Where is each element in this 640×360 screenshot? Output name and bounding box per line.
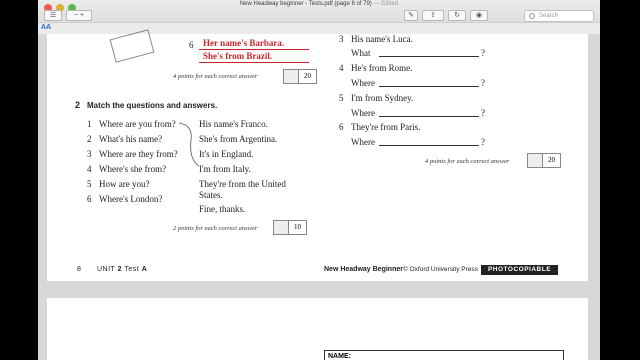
question-number: 4: [87, 164, 92, 174]
pdf-page-next: NAME:: [47, 298, 588, 360]
page-number: 8: [77, 266, 81, 273]
search-icon: [529, 13, 535, 19]
question-number: 6: [87, 194, 92, 204]
item-prompt: Where: [351, 108, 375, 118]
item-text: They're from Paris.: [351, 122, 421, 132]
score-label: 4 points for each correct answer: [173, 73, 258, 80]
exercise-heading: Match the questions and answers.: [87, 101, 218, 110]
answer-option: States.: [199, 190, 223, 200]
score-box: 10: [273, 220, 307, 235]
share-button[interactable]: ⇪: [422, 10, 444, 21]
photocopiable-badge: PHOTOCOPIABLE: [481, 265, 558, 275]
question-text: Where are you from?: [99, 119, 176, 129]
answer-number: 6: [189, 40, 194, 50]
answer-line-2: She's from Brazil.: [203, 51, 273, 61]
question-mark: ?: [481, 108, 485, 118]
name-field[interactable]: NAME:: [324, 350, 564, 360]
answer-blank[interactable]: [379, 116, 479, 117]
score-label: 4 points for each correct answer: [425, 158, 510, 165]
item-text: He's from Rome.: [351, 63, 413, 73]
item-text: His name's Luca.: [351, 34, 413, 44]
markup-toolbar-button[interactable]: ◉: [470, 10, 488, 21]
rotate-button[interactable]: ↻: [448, 10, 466, 21]
illustration: [109, 29, 155, 63]
search-input[interactable]: Search: [524, 10, 594, 22]
answer-line-1: Her name's Barbara.: [203, 38, 285, 48]
answer-option: I'm from Italy.: [199, 164, 251, 174]
item-number: 6: [339, 122, 344, 132]
question-text: What's his name?: [99, 134, 163, 144]
question-text: Where's she from?: [99, 164, 167, 174]
question-mark: ?: [481, 137, 485, 147]
answer-blank[interactable]: [379, 145, 479, 146]
sidebar-toggle-button[interactable]: ☰: [44, 10, 62, 21]
question-number: 3: [87, 149, 92, 159]
answer-option: She's from Argentina.: [199, 134, 278, 144]
preview-window: New Headway beginner - Tests.pdf (page 8…: [38, 0, 600, 360]
question-text: How are you?: [99, 179, 150, 189]
item-number: 5: [339, 93, 344, 103]
answer-blank[interactable]: [379, 86, 479, 87]
question-text: Where's London?: [99, 194, 163, 204]
answer-blank[interactable]: [379, 56, 479, 57]
markup-pen-icon[interactable]: ✎: [404, 10, 418, 21]
markup-toolbar: AA: [38, 22, 600, 34]
item-prompt: Where: [351, 78, 375, 88]
question-mark: ?: [481, 78, 485, 88]
text-style-button[interactable]: AA: [41, 24, 51, 31]
question-number: 2: [87, 134, 92, 144]
item-number: 4: [339, 63, 344, 73]
answer-option: His name's Franco.: [199, 119, 268, 129]
answer-underline: [199, 62, 309, 63]
zoom-controls[interactable]: − +: [66, 10, 92, 21]
score-box: 20: [527, 153, 561, 168]
footer-book-title: New Headway Beginner: [324, 266, 403, 273]
score-box: 20: [283, 69, 317, 84]
question-number: 1: [87, 119, 92, 129]
exercise-number: 2: [75, 100, 81, 110]
answer-option: Fine, thanks.: [199, 204, 246, 214]
item-prompt: What: [351, 48, 371, 58]
question-text: Where are they from?: [99, 149, 178, 159]
footer-unit: UNIT 2 Test A: [97, 266, 148, 273]
question-mark: ?: [481, 48, 485, 58]
score-label: 2 points for each correct answer: [173, 225, 258, 232]
item-prompt: Where: [351, 137, 375, 147]
item-number: 3: [339, 34, 344, 44]
question-number: 5: [87, 179, 92, 189]
answer-option: They're from the United: [199, 179, 286, 189]
item-text: I'm from Sydney.: [351, 93, 414, 103]
footer-copyright: © Oxford University Press: [403, 266, 478, 273]
answer-underline: [199, 49, 309, 50]
window-title: New Headway beginner - Tests.pdf (page 8…: [239, 1, 399, 7]
pdf-page: 6 Her name's Barbara. She's from Brazil.…: [47, 29, 588, 281]
answer-option: It's in England.: [199, 149, 254, 159]
